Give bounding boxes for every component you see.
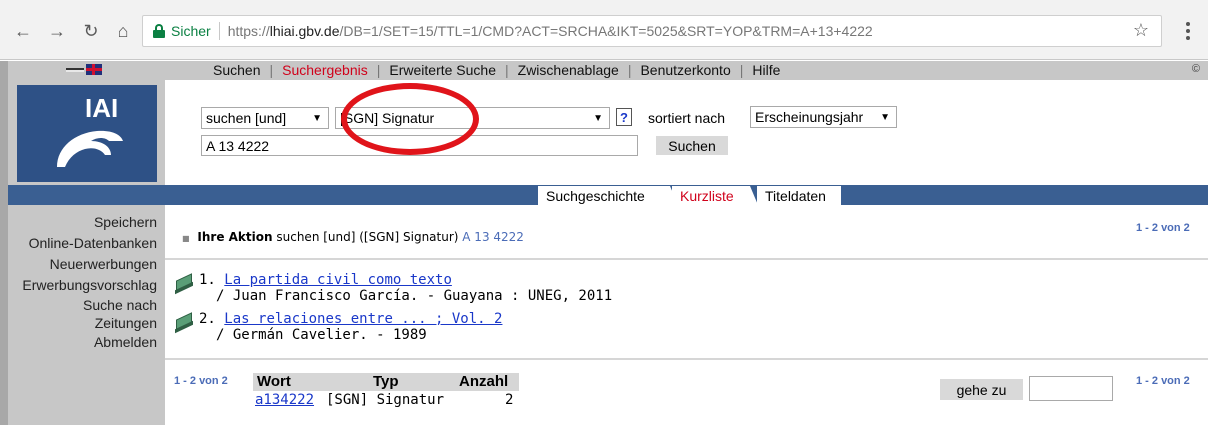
divider	[165, 358, 1208, 360]
url-host: lhiai.gbv.de	[269, 23, 340, 39]
sidebar-menu: Speichern Online-Datenbanken Neuerwerbun…	[8, 205, 165, 425]
dropdown-arrow-icon: ▼	[593, 113, 603, 124]
sort-value: Erscheinungsjahr	[755, 109, 864, 125]
back-arrow-icon[interactable]: ←	[12, 20, 34, 42]
column-header-anzahl: Anzahl	[459, 373, 509, 390]
word-count: 2	[505, 392, 514, 408]
operator-select[interactable]: suchen [und] ▼	[201, 107, 329, 129]
page-edge	[0, 61, 8, 425]
column-header-typ: Typ	[373, 373, 399, 390]
top-navigation: Suchen | Suchergebnis | Erweiterte Suche | …	[8, 61, 1208, 80]
sidebar-item-abmelden[interactable]: Abmelden	[8, 332, 165, 352]
bullet-icon: ■	[182, 234, 190, 243]
operator-value: suchen [und]	[206, 110, 287, 126]
action-query: A 13 4222	[462, 230, 524, 244]
dropdown-arrow-icon: ▼	[880, 112, 890, 123]
sidebar-item-neuerwerbungen[interactable]: Neuerwerbungen	[8, 254, 165, 275]
lock-icon	[153, 24, 165, 38]
action-summary: ■ Ihre Aktion suchen [und] ([SGN] Signat…	[182, 230, 524, 244]
result-details: / Juan Francisco García. - Guayana : UNE…	[216, 288, 613, 304]
reload-icon[interactable]: ↻	[80, 20, 102, 42]
word-link[interactable]: a134222	[255, 392, 314, 408]
book-icon	[173, 312, 195, 334]
column-header-wort: Wort	[257, 373, 291, 390]
page-count-bottom-left: 1 - 2 von 2	[174, 375, 228, 387]
dropdown-arrow-icon: ▼	[312, 113, 322, 124]
sort-select[interactable]: Erscheinungsjahr ▼	[750, 106, 897, 128]
forward-arrow-icon[interactable]: →	[46, 20, 68, 42]
goto-button[interactable]: gehe zu	[940, 379, 1023, 400]
url-path: /DB=1/SET=15/TTL=1/CMD?ACT=SRCHA&IKT=502…	[339, 23, 873, 39]
divider	[165, 258, 1208, 260]
home-icon[interactable]: ⌂	[112, 20, 134, 42]
browser-menu-icon[interactable]	[1180, 20, 1196, 42]
logo-panel: IAI	[8, 80, 165, 185]
eagle-icon	[57, 130, 123, 167]
book-icon	[173, 273, 195, 295]
word-table-header: Wort Typ Anzahl	[253, 373, 519, 391]
sidebar-item-speichern[interactable]: Speichern	[8, 213, 165, 232]
result-number: 1.	[199, 272, 216, 288]
search-button[interactable]: Suchen	[656, 136, 728, 155]
word-type: [SGN] Signatur	[326, 392, 445, 408]
sidebar-item-online-datenbanken[interactable]: Online-Datenbanken	[8, 232, 165, 254]
sidebar-item-suche-nach[interactable]: Suche nach	[8, 296, 165, 314]
tab-suchgeschichte[interactable]: Suchgeschichte	[538, 186, 670, 205]
page-count-top: 1 - 2 von 2	[1136, 222, 1190, 234]
sort-label: sortiert nach	[648, 110, 726, 126]
top-nav-menu: Suchen | Suchergebnis | Erweiterte Suche | …	[204, 62, 789, 78]
page-count-bottom-right: 1 - 2 von 2	[1136, 375, 1190, 387]
nav-zwischenablage[interactable]: Zwischenablage	[509, 62, 628, 78]
address-bar[interactable]: Sicher https://lhiai.gbv.de/DB=1/SET=15/…	[142, 15, 1162, 47]
browser-toolbar: ← → ↻ ⌂ Sicher https://lhiai.gbv.de/DB=1…	[0, 0, 1208, 60]
tab-kurzliste[interactable]: Kurzliste	[672, 186, 750, 205]
bookmark-star-icon[interactable]: ☆	[1133, 20, 1149, 41]
result-title-link[interactable]: Las relaciones entre ... ; Vol. 2	[224, 311, 502, 327]
result-title-link[interactable]: La partida civil como texto	[224, 272, 452, 288]
tab-titeldaten[interactable]: Titeldaten	[757, 186, 841, 205]
action-text: suchen [und] ([SGN] Signatur)	[276, 230, 459, 244]
help-button[interactable]: ?	[616, 108, 632, 126]
action-label: Ihre Aktion	[197, 230, 273, 244]
result-number: 2.	[199, 311, 216, 327]
result-details: / Germán Cavelier. - 1989	[216, 327, 427, 343]
results-content: ■ Ihre Aktion suchen [und] ([SGN] Signat…	[165, 205, 1208, 425]
sidebar-item-erwerbungsvorschlag[interactable]: Erwerbungsvorschlag	[8, 275, 165, 296]
divider	[218, 22, 220, 40]
nav-benutzerkonto[interactable]: Benutzerkonto	[631, 62, 739, 78]
nav-suchergebnis[interactable]: Suchergebnis	[273, 62, 377, 78]
language-flag-icon[interactable]	[66, 64, 102, 76]
secure-label: Sicher	[171, 23, 211, 39]
nav-hilfe[interactable]: Hilfe	[743, 62, 789, 78]
search-form: suchen [und] ▼ [SGN] Signatur ▼ ? sortiert…	[165, 80, 1208, 185]
url-scheme: https://	[227, 23, 270, 39]
nav-suchen[interactable]: Suchen	[204, 62, 269, 78]
iai-logo[interactable]: IAI	[17, 85, 157, 182]
goto-input[interactable]	[1029, 376, 1113, 401]
nav-erweiterte-suche[interactable]: Erweiterte Suche	[380, 62, 505, 78]
annotation-circle	[341, 83, 479, 155]
url-text[interactable]: https://lhiai.gbv.de/DB=1/SET=15/TTL=1/C…	[228, 23, 873, 39]
sidebar-item-zeitungen[interactable]: Zeitungen	[8, 314, 165, 332]
copyright-icon[interactable]: ©	[1192, 63, 1200, 75]
